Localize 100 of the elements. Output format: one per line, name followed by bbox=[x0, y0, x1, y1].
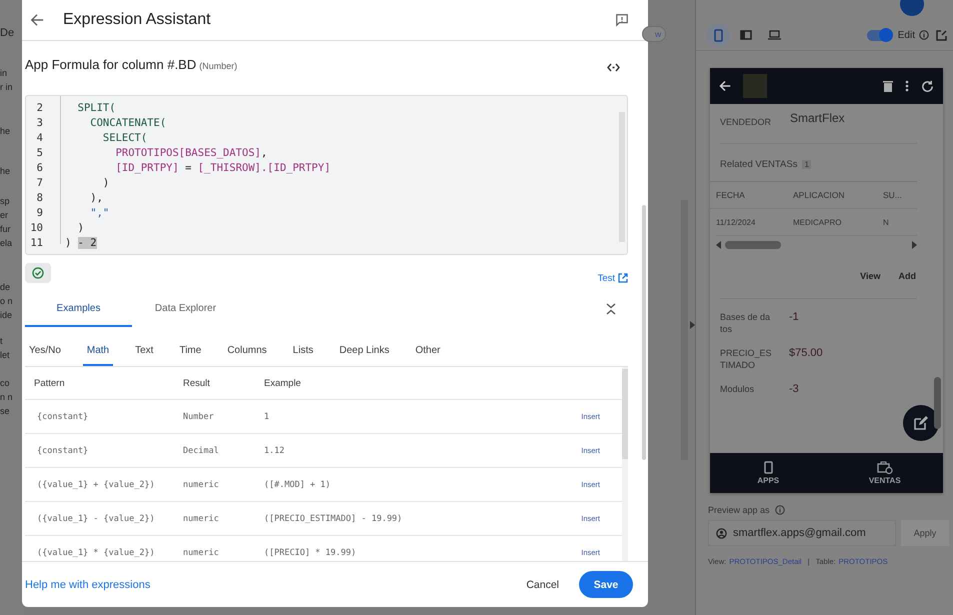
line-number: 5 bbox=[36, 146, 43, 161]
field-value: -1 bbox=[789, 311, 799, 325]
account-icon bbox=[716, 528, 727, 538]
code-token: [_THISROW].[ID_PRTPY] bbox=[198, 162, 331, 174]
table-cell-text: numeric bbox=[183, 514, 220, 524]
scrollbar[interactable] bbox=[934, 377, 941, 429]
table-cell-text: N bbox=[883, 218, 890, 226]
code-token: ) bbox=[76, 222, 84, 234]
section-title: Related VENTASs bbox=[720, 158, 798, 170]
dialog-title: Expression Assistant bbox=[63, 11, 211, 29]
code-token: SPLIT( bbox=[76, 102, 116, 114]
apply-button[interactable]: Apply bbox=[901, 520, 949, 546]
action-link[interactable]: Add bbox=[898, 271, 916, 281]
background-text-fragment: o n bbox=[0, 295, 14, 308]
user-email-field[interactable]: smartflex.apps@gmail.com bbox=[708, 520, 896, 546]
field-value: SmartFlex bbox=[790, 111, 845, 127]
code-token: - 2 bbox=[78, 237, 97, 249]
line-number: 3 bbox=[36, 116, 43, 131]
table-cell-text: 11/12/2024 bbox=[716, 218, 756, 226]
help-link[interactable]: Help me with expressions bbox=[25, 578, 150, 590]
refresh-icon[interactable] bbox=[921, 80, 934, 92]
category-tab[interactable]: Yes/No bbox=[25, 336, 65, 366]
table-cell-text: 1.12 bbox=[264, 446, 286, 456]
scrollbar-track[interactable] bbox=[622, 367, 628, 561]
save-button[interactable]: Save bbox=[579, 571, 633, 598]
code-token: = bbox=[184, 162, 192, 174]
external-link-icon[interactable] bbox=[936, 30, 947, 40]
code-token: ) bbox=[102, 177, 110, 189]
table-cell-text: 1 bbox=[264, 412, 270, 422]
category-tab[interactable]: Text bbox=[131, 336, 158, 366]
line-number: 4 bbox=[36, 131, 43, 146]
edit-icon bbox=[914, 416, 928, 430]
back-arrow-icon[interactable] bbox=[30, 13, 44, 27]
column-type-label: (Number) bbox=[199, 61, 238, 71]
table-cell-text: ({value_1} - {value_2}) bbox=[36, 514, 156, 524]
code-editor[interactable]: 2 3 4 5 6 7 8 9 10 11 SPLIT( CONCATENATE( SELECT( PROTOTIPOS[BASES_DATOS], [ID_PRTPY] = [_THISROW].[ID_PRTPY] ) ), "," ) ) - 2 bbox=[25, 95, 628, 255]
edit-toggle[interactable] bbox=[866, 30, 891, 40]
feedback-icon[interactable] bbox=[615, 13, 629, 27]
field-value: $75.00 bbox=[789, 347, 823, 361]
background-text-fragment: r in bbox=[0, 81, 14, 94]
nav-tab[interactable]: APPS bbox=[710, 453, 826, 493]
table-cell-text: MEDICAPRO bbox=[793, 218, 842, 226]
field-label: Bases de datos bbox=[720, 311, 772, 335]
line-number: 2 bbox=[36, 101, 43, 116]
more-icon[interactable] bbox=[905, 80, 909, 92]
phone-view-button[interactable] bbox=[706, 23, 730, 47]
line-number: 8 bbox=[36, 191, 43, 206]
scroll-right-icon[interactable] bbox=[912, 241, 917, 249]
background-text-fragment: he bbox=[0, 165, 12, 178]
nav-tab[interactable]: VENTAS bbox=[826, 453, 943, 493]
scrollbar[interactable] bbox=[642, 205, 646, 460]
code-token: ) bbox=[65, 237, 72, 249]
tab[interactable]: Examples bbox=[25, 291, 132, 327]
column-header: FECHA bbox=[716, 190, 746, 200]
scroll-left-icon[interactable] bbox=[716, 241, 721, 249]
tab[interactable]: Data Explorer bbox=[132, 291, 239, 327]
phone-icon bbox=[764, 461, 773, 474]
laptop-icon bbox=[768, 30, 780, 40]
test-link[interactable]: Test bbox=[598, 272, 628, 284]
category-tab[interactable]: Lists bbox=[288, 336, 318, 366]
preview-as-label: Preview app as bbox=[708, 505, 770, 515]
code-token: , bbox=[260, 147, 268, 159]
code-token: CONCATENATE( bbox=[89, 117, 166, 129]
background-text-fragment: se bbox=[0, 405, 11, 418]
action-link[interactable]: View bbox=[860, 271, 880, 281]
edit-fab-button[interactable] bbox=[903, 405, 939, 441]
category-tab[interactable]: Deep Links bbox=[335, 336, 394, 366]
formula-label: App Formula for column #.BD bbox=[25, 57, 196, 72]
cancel-button[interactable]: Cancel bbox=[518, 572, 567, 596]
briefcase-clock-icon bbox=[876, 461, 893, 474]
background-text-fragment: t bbox=[0, 335, 4, 348]
check-circle-icon bbox=[32, 267, 44, 279]
code-icon[interactable] bbox=[607, 62, 620, 72]
line-number: 10 bbox=[30, 221, 43, 236]
background-text-fragment: in bbox=[0, 67, 8, 80]
scrollbar[interactable] bbox=[619, 112, 625, 242]
expand-arrow-icon[interactable] bbox=[690, 321, 695, 329]
table-cell-text: numeric bbox=[183, 548, 220, 558]
table-cell-text: ([#.MOD] + 1) bbox=[264, 480, 332, 490]
field-label: PRECIO_ESTIMADO bbox=[720, 347, 772, 371]
scrollbar-thumb[interactable] bbox=[622, 369, 628, 459]
category-tab[interactable]: Columns bbox=[223, 336, 271, 366]
category-tab[interactable]: Time bbox=[175, 336, 206, 366]
info-icon[interactable] bbox=[774, 505, 785, 515]
column-header: Example bbox=[264, 378, 302, 388]
table-cell-text: ([PRECIO] * 19.99) bbox=[264, 548, 358, 558]
external-link-icon bbox=[618, 273, 628, 283]
column-header: Pattern bbox=[33, 378, 66, 388]
background-text-fragment: fur bbox=[0, 223, 12, 236]
info-icon[interactable] bbox=[919, 30, 929, 40]
background-text-fragment: de bbox=[0, 281, 12, 294]
background-text-fragment: er bbox=[0, 209, 10, 222]
background-text-fragment: De bbox=[0, 26, 16, 40]
table-cell-text: ({value_1} + {value_2}) bbox=[36, 480, 156, 490]
category-tab[interactable]: Math bbox=[82, 336, 114, 366]
line-number: 9 bbox=[36, 206, 43, 221]
collapse-icon[interactable] bbox=[606, 303, 616, 315]
delete-icon[interactable] bbox=[883, 80, 893, 92]
code-token: [ID_PRTPY] bbox=[114, 162, 179, 174]
category-tab[interactable]: Other bbox=[411, 336, 444, 366]
